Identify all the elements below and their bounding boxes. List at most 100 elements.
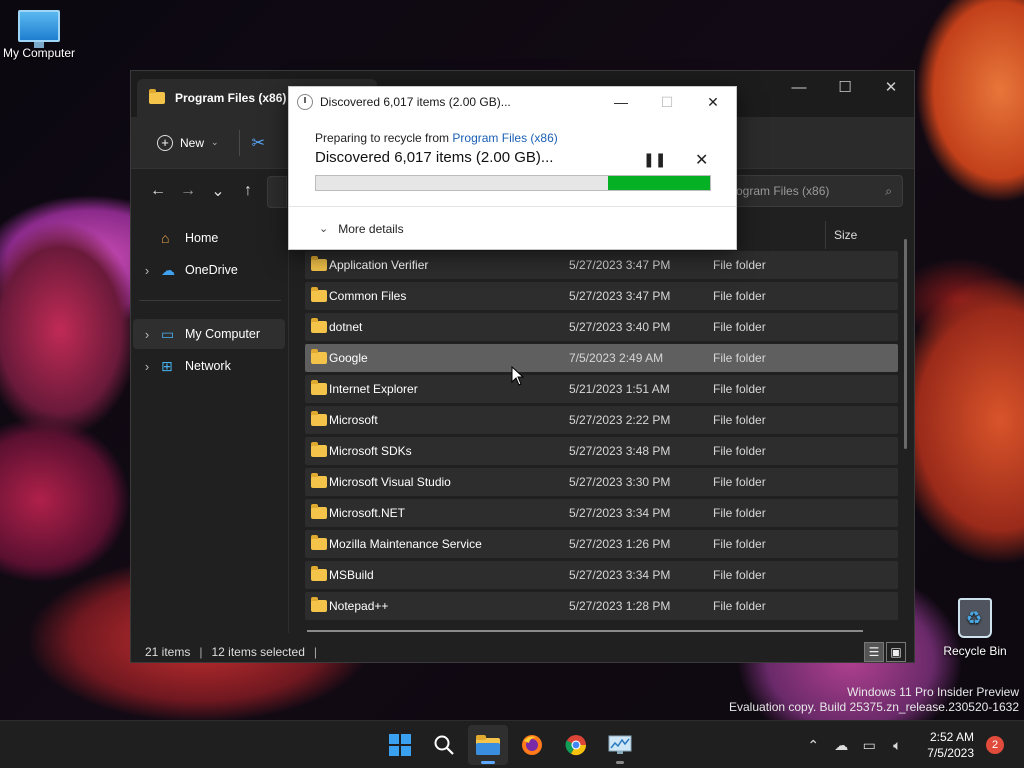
taskbar-resource-monitor[interactable]: [600, 725, 640, 765]
dialog-maximize-button: ☐: [660, 93, 674, 110]
row-type: File folder: [713, 475, 766, 489]
firefox-icon: [522, 735, 542, 755]
system-tray: ⌃ ☁ ▭ 🔈︎ 2:52 AM 7/5/2023 2: [799, 721, 1024, 768]
vertical-scrollbar[interactable]: [904, 239, 907, 449]
folder-icon: [311, 535, 327, 550]
folder-icon: [311, 318, 327, 333]
table-row[interactable]: Microsoft.NET 5/27/2023 3:34 PM File folde…: [305, 499, 898, 527]
taskbar-apps: [380, 725, 640, 765]
table-row[interactable]: Microsoft SDKs 5/27/2023 3:48 PM File fold…: [305, 437, 898, 465]
notification-badge[interactable]: 2: [986, 736, 1004, 754]
row-date: 5/21/2023 1:51 AM: [569, 382, 670, 396]
row-name: Internet Explorer: [329, 382, 418, 396]
chevron-right-icon[interactable]: ›: [133, 327, 161, 342]
desktop-recycle-bin-label: Recycle Bin: [943, 644, 1007, 658]
row-type: File folder: [713, 506, 766, 520]
sidebar-divider: [139, 300, 281, 301]
window-controls: — ☐ ✕: [776, 71, 914, 103]
view-toggle: ☰ ▣: [864, 642, 906, 662]
pause-button[interactable]: ❚❚: [643, 151, 666, 168]
taskbar-file-explorer[interactable]: [468, 725, 508, 765]
dialog-title-bar: Discovered 6,017 items (2.00 GB)... — ☐ …: [289, 87, 736, 117]
desktop-my-computer-label: My Computer: [2, 46, 76, 60]
taskbar: ⌃ ☁ ▭ 🔈︎ 2:52 AM 7/5/2023 2: [0, 720, 1024, 768]
source-folder-link[interactable]: Program Files (x86): [452, 131, 557, 145]
row-name: Application Verifier: [329, 258, 429, 272]
table-row[interactable]: Google 7/5/2023 2:49 AM File folder: [305, 344, 898, 372]
close-button[interactable]: ✕: [868, 71, 914, 103]
row-date: 5/27/2023 3:48 PM: [569, 444, 671, 458]
sidebar-item-network[interactable]: › ⊞ Network: [133, 351, 285, 381]
row-date: 5/27/2023 3:34 PM: [569, 568, 671, 582]
network-icon: ⊞: [161, 357, 173, 374]
horizontal-scrollbar[interactable]: [307, 630, 863, 632]
sidebar-item-onedrive[interactable]: › ☁ OneDrive: [133, 255, 285, 285]
up-arrow-icon[interactable]: ↑: [233, 176, 263, 206]
table-row[interactable]: MSBuild 5/27/2023 3:34 PM File folder: [305, 561, 898, 589]
desktop-my-computer[interactable]: My Computer: [0, 10, 78, 60]
row-type: File folder: [713, 382, 766, 396]
table-row[interactable]: dotnet 5/27/2023 3:40 PM File folder: [305, 313, 898, 341]
chevron-down-icon: ⌄: [211, 137, 219, 147]
folder-icon: [311, 566, 327, 581]
windows-logo-icon: [389, 734, 411, 756]
row-name: Microsoft Visual Studio: [329, 475, 451, 489]
watermark-line-1: Windows 11 Pro Insider Preview: [847, 685, 1019, 699]
tab-label: Program Files (x86): [175, 91, 287, 105]
chevron-right-icon[interactable]: ›: [133, 359, 161, 374]
dialog-minimize-button[interactable]: —: [598, 87, 644, 117]
sidebar-item-home[interactable]: ⌂ Home: [133, 223, 285, 253]
cancel-operation-button[interactable]: ✕: [695, 150, 708, 170]
chevron-up-icon[interactable]: ⌃: [799, 737, 827, 754]
row-date: 5/27/2023 3:40 PM: [569, 320, 671, 334]
volume-icon[interactable]: 🔈︎: [883, 737, 911, 754]
clock[interactable]: 2:52 AM 7/5/2023: [927, 729, 974, 761]
network-icon[interactable]: ▭: [855, 737, 883, 754]
cloud-offline-icon[interactable]: ☁: [827, 737, 855, 754]
table-row[interactable]: Mozilla Maintenance Service 5/27/2023 1:2…: [305, 530, 898, 558]
start-button[interactable]: [380, 725, 420, 765]
table-row[interactable]: Notepad++ 5/27/2023 1:28 PM File folder: [305, 592, 898, 620]
table-row[interactable]: Internet Explorer 5/21/2023 1:51 AM File f…: [305, 375, 898, 403]
minimize-button[interactable]: —: [776, 71, 822, 103]
search-button[interactable]: [424, 725, 464, 765]
dialog-title: Discovered 6,017 items (2.00 GB)...: [320, 95, 511, 109]
desktop-recycle-bin[interactable]: Recycle Bin: [936, 598, 1014, 658]
recycle-progress-dialog: Discovered 6,017 items (2.00 GB)... — ☐ …: [288, 86, 737, 250]
row-type: File folder: [713, 351, 766, 365]
divider: [238, 129, 240, 156]
preparing-text: Preparing to recycle from Program Files …: [315, 131, 710, 145]
forward-arrow-icon[interactable]: →: [173, 176, 203, 206]
monitor-icon: [18, 10, 60, 48]
dialog-close-button[interactable]: ✕: [690, 87, 736, 117]
more-details-label: More details: [338, 221, 404, 236]
status-bar: 21 items | 12 items selected |: [145, 645, 317, 659]
chevron-right-icon[interactable]: ›: [133, 263, 161, 278]
tiles-view-icon[interactable]: ▣: [886, 642, 906, 662]
row-type: File folder: [713, 320, 766, 334]
table-row[interactable]: Microsoft 5/27/2023 2:22 PM File folder: [305, 406, 898, 434]
recent-chevron-icon[interactable]: ⌄: [203, 176, 233, 206]
column-header-size[interactable]: Size: [825, 221, 857, 249]
row-name: dotnet: [329, 320, 363, 334]
table-row[interactable]: Microsoft Visual Studio 5/27/2023 3:30 PM…: [305, 468, 898, 496]
back-arrow-icon[interactable]: ←: [143, 176, 173, 206]
chevron-down-icon: ⌄: [319, 223, 329, 235]
sidebar-item-label: Network: [185, 359, 231, 373]
maximize-button[interactable]: ☐: [822, 71, 868, 103]
details-view-icon[interactable]: ☰: [864, 642, 884, 662]
row-type: File folder: [713, 537, 766, 551]
address-bar[interactable]: [267, 176, 287, 208]
folder-icon: [311, 504, 327, 519]
taskbar-chrome[interactable]: [556, 725, 596, 765]
row-date: 5/27/2023 2:22 PM: [569, 413, 671, 427]
progress-fill: [607, 176, 710, 190]
more-details-toggle[interactable]: ⌄ More details: [289, 206, 736, 250]
new-button[interactable]: + New ⌄: [149, 129, 227, 157]
folder-icon: [311, 411, 327, 426]
table-row[interactable]: Common Files 5/27/2023 3:47 PM File folder: [305, 282, 898, 310]
cut-icon[interactable]: ✂: [252, 133, 265, 153]
table-row[interactable]: Application Verifier 5/27/2023 3:47 PM Fil…: [305, 251, 898, 279]
sidebar-item-my-computer[interactable]: › ▭ My Computer: [133, 319, 285, 349]
taskbar-firefox[interactable]: [512, 725, 552, 765]
